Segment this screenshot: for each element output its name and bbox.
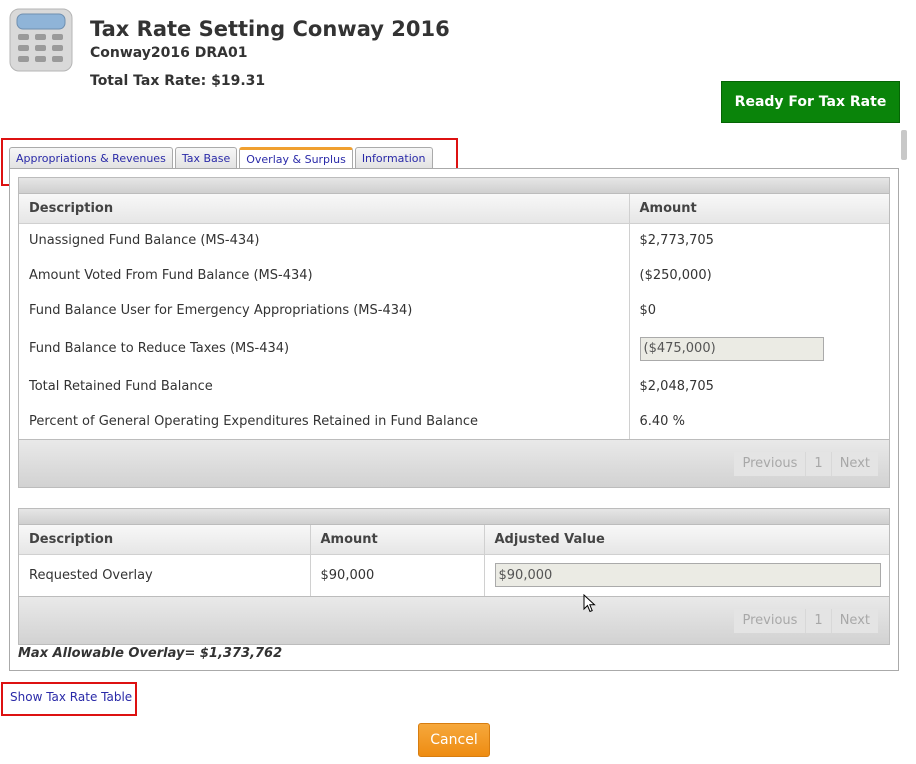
- table-row: Fund Balance to Reduce Taxes (MS-434) ($…: [19, 328, 889, 369]
- pager-previous-button[interactable]: Previous: [734, 452, 805, 476]
- tab-appropriations-revenues[interactable]: Appropriations & Revenues: [9, 147, 173, 168]
- pager: Previous 1 Next: [734, 608, 878, 633]
- row-amount: 6.40 %: [628, 404, 889, 439]
- table-row: Total Retained Fund Balance $2,048,705: [19, 369, 889, 404]
- row-description: Requested Overlay: [29, 567, 153, 583]
- row-description: Total Retained Fund Balance: [29, 379, 213, 394]
- row-description: Amount Voted From Fund Balance (MS-434): [29, 268, 313, 283]
- pager: Previous 1 Next: [734, 451, 878, 476]
- tab-information[interactable]: Information: [354, 147, 433, 168]
- cancel-button[interactable]: Cancel: [418, 723, 490, 757]
- page-title: Tax Rate Setting Conway 2016: [90, 17, 450, 41]
- pager-page-number[interactable]: 1: [805, 608, 830, 633]
- total-tax-rate: Total Tax Rate: $19.31: [90, 73, 266, 89]
- row-description: Fund Balance User for Emergency Appropri…: [29, 303, 413, 318]
- table-row: Amount Voted From Fund Balance (MS-434) …: [19, 258, 889, 293]
- table-row: Unassigned Fund Balance (MS-434) $2,773,…: [19, 223, 889, 258]
- column-header-amount[interactable]: Amount: [309, 525, 484, 555]
- table-row: Requested Overlay $90,000 $90,000: [19, 554, 889, 596]
- calculator-icon: [9, 8, 73, 72]
- row-amount: ($250,000): [628, 258, 889, 293]
- page-subtitle: Conway2016 DRA01: [90, 45, 248, 61]
- grid-caption-bar: [19, 509, 889, 525]
- show-tax-rate-table-link[interactable]: Show Tax Rate Table: [10, 690, 132, 704]
- scrollbar-thumb[interactable]: [901, 130, 907, 160]
- row-amount: $2,773,705: [628, 223, 889, 258]
- pager-previous-button[interactable]: Previous: [734, 609, 805, 633]
- max-allowable-overlay: Max Allowable Overlay= $1,373,762: [18, 646, 283, 661]
- grid-pager-bar: Previous 1 Next: [19, 439, 889, 487]
- adjusted-overlay-input[interactable]: $90,000: [494, 563, 881, 588]
- column-header-description[interactable]: Description: [19, 525, 310, 555]
- table-row: Percent of General Operating Expenditure…: [19, 404, 889, 439]
- column-header-amount[interactable]: Amount: [628, 194, 889, 224]
- fund-balance-reduce-taxes-input[interactable]: ($475,000): [639, 336, 824, 361]
- mouse-cursor-icon: [583, 593, 597, 618]
- row-description: Unassigned Fund Balance (MS-434): [29, 233, 260, 249]
- fund-balance-grid: Description Amount Unassigned Fund Balan…: [18, 177, 890, 488]
- tab-bar: Appropriations & Revenues Tax Base Overl…: [9, 147, 433, 169]
- table-row: Fund Balance User for Emergency Appropri…: [19, 293, 889, 328]
- row-adjusted-value-cell: $90,000: [483, 554, 889, 596]
- pager-next-button[interactable]: Next: [830, 451, 878, 476]
- overlay-grid: Description Amount Adjusted Value Reques…: [18, 508, 890, 645]
- tab-overlay-surplus[interactable]: Overlay & Surplus: [239, 147, 353, 169]
- row-amount: $90,000: [309, 554, 484, 596]
- tab-tax-base[interactable]: Tax Base: [174, 147, 238, 168]
- row-amount: $0: [628, 293, 889, 328]
- row-amount-cell: ($475,000): [628, 328, 889, 369]
- grid-caption-bar: [19, 178, 889, 194]
- column-header-description[interactable]: Description: [19, 194, 629, 224]
- pager-page-number[interactable]: 1: [805, 451, 830, 476]
- ready-for-tax-rate-button[interactable]: Ready For Tax Rate: [721, 81, 900, 123]
- tab-panel: Description Amount Unassigned Fund Balan…: [9, 168, 899, 671]
- row-amount: $2,048,705: [628, 369, 889, 404]
- column-header-adjusted-value[interactable]: Adjusted Value: [483, 525, 889, 555]
- row-description: Fund Balance to Reduce Taxes (MS-434): [29, 341, 290, 356]
- pager-next-button[interactable]: Next: [830, 608, 878, 633]
- row-description: Percent of General Operating Expenditure…: [29, 414, 478, 429]
- grid-pager-bar: Previous 1 Next: [19, 596, 889, 644]
